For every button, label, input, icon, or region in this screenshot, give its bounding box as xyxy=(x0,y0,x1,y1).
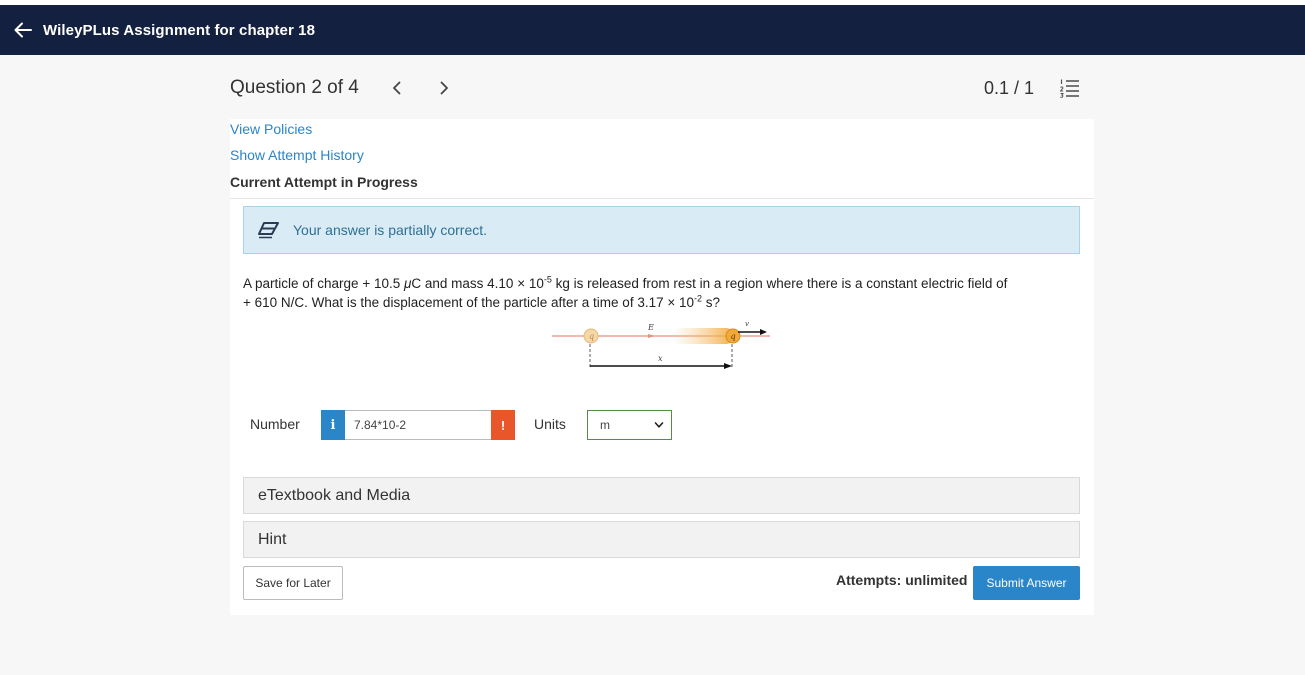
velocity-label: v xyxy=(745,321,749,328)
hint-accordion[interactable]: Hint xyxy=(243,521,1080,558)
feedback-text: Your answer is partially correct. xyxy=(293,222,488,238)
numbered-list-icon xyxy=(1059,79,1079,98)
motion-blur xyxy=(672,328,734,344)
number-label: Number xyxy=(250,416,300,432)
units-selected-value: m xyxy=(600,418,610,432)
save-for-later-button[interactable]: Save for Later xyxy=(243,566,343,600)
question-part: C and mass 4.10 × 10 xyxy=(411,276,544,291)
show-attempt-history-link[interactable]: Show Attempt History xyxy=(230,147,364,163)
warning-icon: ! xyxy=(500,417,506,433)
exponent: -5 xyxy=(543,274,552,285)
velocity-arrowhead xyxy=(760,329,767,335)
question-counter: Question 2 of 4 xyxy=(230,77,359,98)
feedback-alert: Your answer is partially correct. xyxy=(243,206,1080,254)
question-part: + 610 N/C. What is the displacement of t… xyxy=(243,295,694,310)
question-part: kg is released from rest in a region whe… xyxy=(551,276,1008,291)
units-select[interactable]: m xyxy=(587,410,672,440)
chevron-right-icon xyxy=(440,81,448,95)
exponent: -2 xyxy=(694,293,703,304)
number-input[interactable] xyxy=(345,410,491,440)
next-question-button[interactable] xyxy=(434,78,454,98)
app-header: WileyPLus Assignment for chapter 18 xyxy=(0,5,1305,55)
question-bar: Question 2 of 4 0.1 / 1 xyxy=(230,72,1080,104)
units-label: Units xyxy=(534,416,566,432)
question-card: View Policies Show Attempt History Curre… xyxy=(230,119,1094,615)
assignment-title: WileyPLus Assignment for chapter 18 xyxy=(43,21,316,39)
etextbook-accordion[interactable]: eTextbook and Media xyxy=(243,477,1080,514)
info-button[interactable]: i xyxy=(321,410,345,440)
divider xyxy=(230,198,1094,199)
view-policies-link[interactable]: View Policies xyxy=(230,121,312,137)
question-text: A particle of charge + 10.5 μC and mass … xyxy=(243,274,1063,312)
submit-answer-button[interactable]: Submit Answer xyxy=(973,566,1080,600)
question-part: s? xyxy=(702,295,721,310)
chevron-left-icon xyxy=(392,81,401,95)
initial-particle-label: q xyxy=(589,332,594,341)
attempts-counter: Attempts: unlimited xyxy=(836,572,968,588)
field-label: E xyxy=(647,323,654,332)
displacement-arrowhead xyxy=(724,363,732,369)
chevron-down-icon xyxy=(654,422,664,428)
arrow-left-icon xyxy=(14,22,32,38)
answer-row: Number i ! Units m xyxy=(250,410,690,440)
eraser-icon xyxy=(258,222,279,239)
previous-question-button[interactable] xyxy=(387,78,407,98)
accordion-label: eTextbook and Media xyxy=(258,486,411,504)
attempt-status-label: Current Attempt in Progress xyxy=(230,174,418,190)
field-arrowhead xyxy=(648,334,655,338)
displacement-label: x xyxy=(658,354,663,363)
warning-badge: ! xyxy=(491,410,515,440)
question-part: A particle of charge + 10.5 xyxy=(243,276,404,291)
particle-diagram: q q E v x xyxy=(552,321,770,369)
question-list-button[interactable] xyxy=(1059,78,1080,98)
accordion-label: Hint xyxy=(258,530,287,548)
question-score: 0.1 / 1 xyxy=(983,77,1034,98)
final-particle-label: q xyxy=(731,332,736,341)
info-icon: i xyxy=(330,417,336,433)
back-button[interactable] xyxy=(12,19,34,41)
